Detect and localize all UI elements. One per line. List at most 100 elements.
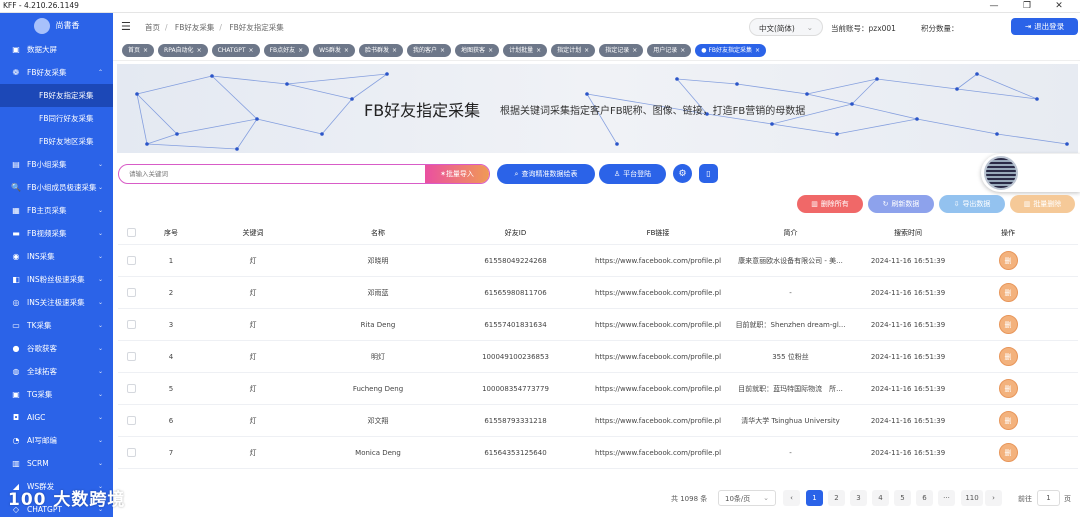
sidebar-item[interactable]: FB好友地区采集 — [0, 130, 113, 153]
page-button[interactable]: 3 — [850, 490, 867, 506]
tab[interactable]: 地图获客 × — [455, 43, 500, 57]
sidebar-item[interactable]: 🔍 FB小组成员极速采集 ⌄ — [0, 176, 113, 199]
close-tab-icon[interactable]: × — [680, 47, 685, 54]
select-all-checkbox[interactable] — [126, 228, 136, 237]
keyword-input[interactable] — [119, 165, 429, 183]
query-data-button[interactable]: ⌕ 查询精准数据绘表 — [497, 164, 595, 184]
sidebar-item[interactable]: ◍ 全球拓客 ⌄ — [0, 360, 113, 383]
tab[interactable]: WS群发 × — [313, 43, 355, 57]
refresh-button[interactable]: ↻ 刷新数据 — [868, 195, 934, 213]
breadcrumb-home[interactable]: 首页 — [145, 23, 160, 32]
delete-row-button[interactable]: 删 — [998, 251, 1018, 270]
cell-link[interactable]: https://www.facebook.com/profile.pl — [583, 373, 733, 404]
close-tab-icon[interactable]: × — [298, 47, 303, 54]
sidebar-item[interactable]: ▣ TG采集 ⌄ — [0, 383, 113, 406]
tab[interactable]: CHATGPT × — [211, 43, 260, 57]
maximize-button[interactable]: ❐ — [1015, 0, 1039, 13]
sidebar-item[interactable]: ▥ SCRM ⌄ — [0, 452, 113, 475]
settings-button[interactable]: ⚙ — [673, 164, 692, 183]
sidebar-item[interactable]: ▤ FB小组采集 ⌄ — [0, 153, 113, 176]
row-checkbox[interactable] — [126, 352, 136, 361]
row-checkbox[interactable] — [126, 256, 136, 265]
sidebar-item[interactable]: ◧ INS粉丝极速采集 ⌄ — [0, 268, 113, 291]
close-tab-icon[interactable]: × — [249, 47, 254, 54]
export-button[interactable]: ⇩ 导出数据 — [939, 195, 1005, 213]
tab[interactable]: 计划批量 × — [503, 43, 548, 57]
menu-toggle-icon[interactable]: ☰ — [121, 20, 131, 33]
minimize-button[interactable]: — — [982, 0, 1006, 13]
cell-link[interactable]: https://www.facebook.com/profile.pl — [583, 277, 733, 308]
batch-delete-button[interactable]: ▥ 批量删除 — [1010, 195, 1075, 213]
sidebar-item[interactable]: ▣ 数据大屏 — [0, 38, 113, 61]
cell-link[interactable]: https://www.facebook.com/profile.pl — [583, 405, 733, 436]
tab[interactable]: FB点好友 × — [263, 43, 310, 57]
prev-page-button[interactable]: ‹ — [783, 490, 800, 506]
delete-row-button[interactable]: 删 — [998, 283, 1018, 302]
close-tab-icon[interactable]: × — [143, 47, 148, 54]
tab[interactable]: 首页 × — [122, 43, 155, 57]
close-tab-icon[interactable]: × — [344, 47, 349, 54]
delete-row-button[interactable]: 删 — [998, 347, 1018, 366]
close-tab-icon[interactable]: × — [197, 47, 202, 54]
platform-login-button[interactable]: ♙ 平台登陆 — [599, 164, 666, 184]
sidebar-item[interactable]: ▦ FB主页采集 ⌄ — [0, 199, 113, 222]
device-button[interactable]: ▯ — [699, 164, 718, 183]
breadcrumb-section[interactable]: FB好友采集 — [175, 23, 214, 32]
page-button[interactable]: 6 — [916, 490, 933, 506]
row-checkbox[interactable] — [126, 320, 136, 329]
cell-link[interactable]: https://www.facebook.com/profile.pl — [583, 341, 733, 372]
close-tab-icon[interactable]: × — [488, 47, 493, 54]
page-button[interactable]: 1 — [806, 490, 823, 506]
row-checkbox[interactable] — [126, 416, 136, 425]
close-tab-icon[interactable]: × — [536, 47, 541, 54]
close-tab-icon[interactable]: × — [755, 47, 760, 54]
page-size-select[interactable]: 10条/页 ⌄ — [718, 490, 776, 506]
row-checkbox[interactable] — [126, 448, 136, 457]
sidebar-item[interactable]: ▭ TK采集 ⌄ — [0, 314, 113, 337]
sidebar-item[interactable]: ● 谷歌获客 ⌄ — [0, 337, 113, 360]
tab[interactable]: ● FB好友指定采集 × — [695, 43, 767, 57]
row-checkbox[interactable] — [126, 384, 136, 393]
tab[interactable]: RPA自动化 × — [158, 43, 208, 57]
sidebar-item[interactable]: ▬ FB视频采集 ⌄ — [0, 222, 113, 245]
floating-widget[interactable] — [981, 154, 1080, 192]
delete-row-button[interactable]: 删 — [998, 443, 1018, 462]
close-button[interactable]: ✕ — [1047, 0, 1071, 13]
tab[interactable]: 指定计划 × — [551, 43, 596, 57]
sidebar-item[interactable]: ◔ AI写邮编 ⌄ — [0, 429, 113, 452]
cell-intro: 康来意丽欧水设备有限公司 - 美... — [738, 256, 843, 265]
page-button[interactable]: 110 — [961, 490, 983, 506]
sidebar-item[interactable]: ◎ INS关注极速采集 ⌄ — [0, 291, 113, 314]
cell-link[interactable]: https://www.facebook.com/profile.pl — [583, 437, 733, 468]
tab[interactable]: 我的客户 × — [407, 43, 452, 57]
sidebar-item[interactable]: ◘ AIGC ⌄ — [0, 406, 113, 429]
next-page-button[interactable]: › — [985, 490, 1002, 506]
logout-button[interactable]: ⇥ 退出登录 — [1011, 18, 1078, 35]
sidebar-item[interactable]: ❁ FB好友采集 ⌃ — [0, 61, 113, 84]
close-tab-icon[interactable]: × — [584, 47, 589, 54]
delete-row-button[interactable]: 删 — [998, 315, 1018, 334]
tab[interactable]: 用户记录 × — [647, 43, 692, 57]
row-checkbox[interactable] — [126, 288, 136, 297]
sidebar-item[interactable]: FB好友指定采集 — [0, 84, 113, 107]
sidebar-item[interactable]: FB同行好友采集 — [0, 107, 113, 130]
page-button[interactable]: 2 — [828, 490, 845, 506]
close-tab-icon[interactable]: × — [440, 47, 445, 54]
tab[interactable]: 脸书群发 × — [358, 43, 403, 57]
close-tab-icon[interactable]: × — [392, 47, 397, 54]
cell-link[interactable]: https://www.facebook.com/profile.pl — [583, 245, 733, 276]
delete-row-button[interactable]: 删 — [998, 379, 1018, 398]
page-button[interactable]: 4 — [872, 490, 889, 506]
page-button[interactable]: ··· — [938, 490, 955, 506]
delete-all-button[interactable]: ▥ 删除所有 — [797, 195, 863, 213]
delete-row-button[interactable]: 删 — [998, 411, 1018, 430]
sidebar-item[interactable]: ◉ INS采集 ⌄ — [0, 245, 113, 268]
language-select[interactable]: 中文(简体) ⌄ — [749, 18, 823, 36]
goto-page-input[interactable]: 1 — [1037, 490, 1060, 506]
close-tab-icon[interactable]: × — [632, 47, 637, 54]
batch-import-button[interactable]: ✶ 批量导入 — [425, 165, 489, 183]
page-button[interactable]: 5 — [894, 490, 911, 506]
cell-link[interactable]: https://www.facebook.com/profile.pl — [583, 309, 733, 340]
tab[interactable]: 指定记录 × — [599, 43, 644, 57]
network-node — [235, 147, 239, 151]
